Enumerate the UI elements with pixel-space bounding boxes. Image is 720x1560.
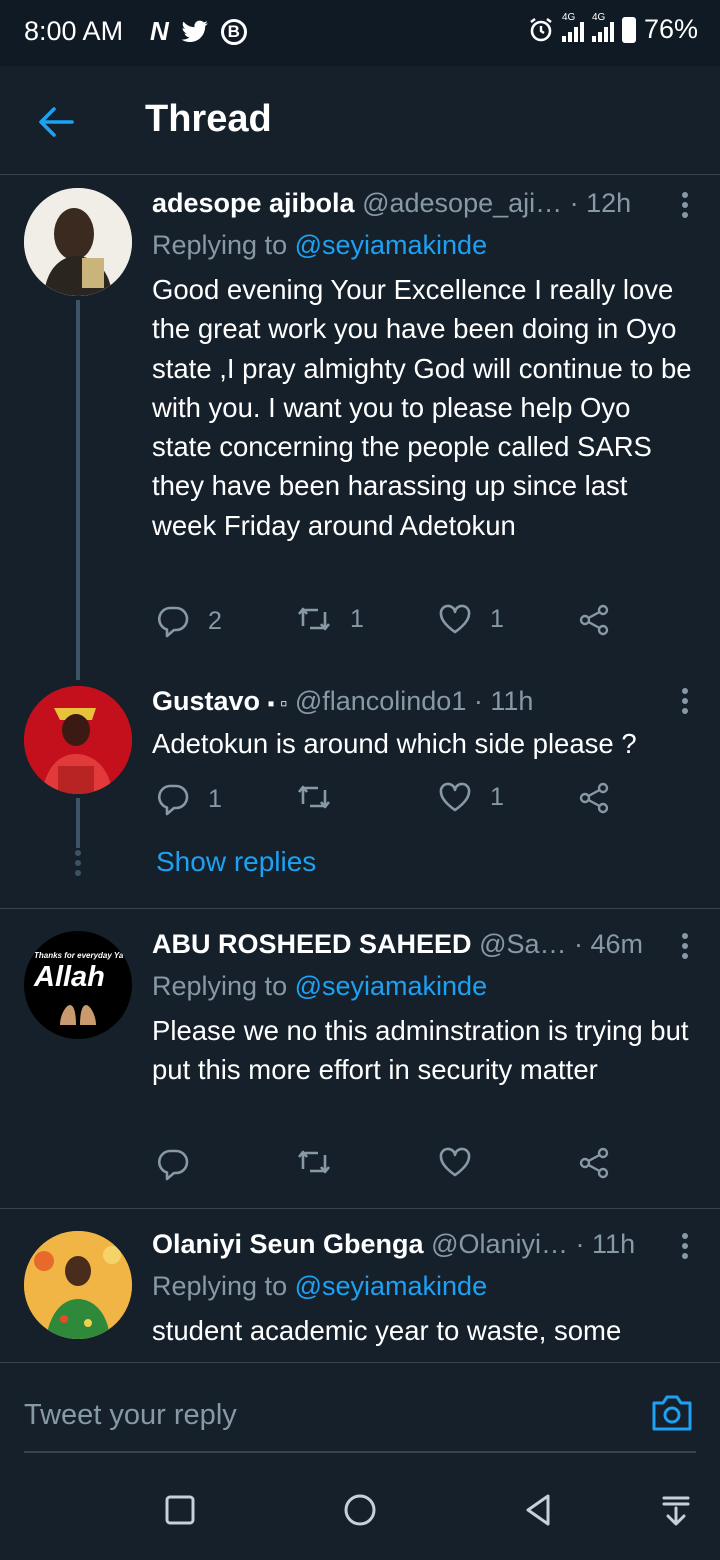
retweet-button[interactable] (296, 782, 350, 812)
like-button[interactable]: 1 (438, 782, 504, 812)
tweet-author-line: Olaniyi Seun Gbenga @Olaniyi… · 11h (152, 1229, 660, 1260)
replying-to: Replying to @seyiamakinde (152, 1271, 488, 1301)
tweet-time: · 46m (574, 929, 644, 959)
home-icon[interactable] (342, 1492, 378, 1528)
avatar-caption: Thanks for everyday Ya (34, 951, 124, 960)
retweet-icon (297, 785, 331, 809)
like-button[interactable]: 1 (438, 604, 504, 634)
avatar[interactable]: Thanks for everyday Ya Allah (24, 931, 132, 1039)
tweet-actions: 1 1 (152, 782, 632, 822)
status-bar: 8:00 AM N B 4G 4G 76% (0, 0, 720, 66)
back-nav-icon[interactable] (520, 1492, 556, 1528)
retweet-icon (297, 1150, 331, 1174)
reply-icon (158, 784, 189, 816)
tweet-1[interactable]: adesope ajibola @adesope_aji… · 12h Repl… (0, 176, 720, 680)
like-button[interactable] (438, 1147, 490, 1177)
more-options-icon[interactable] (682, 1233, 690, 1263)
avatar[interactable] (24, 1231, 132, 1339)
tweet-text: student academic year to waste, some (152, 1315, 622, 1346)
b-icon: B (220, 18, 247, 45)
status-time: 8:00 AM (24, 16, 124, 46)
battery-percent: 76% (643, 14, 698, 44)
battery-icon (621, 16, 636, 43)
thread-header: Thread (0, 66, 720, 175)
author-handle[interactable]: @adesope_aji… (362, 188, 562, 218)
avatar[interactable] (24, 686, 132, 794)
tweet-text: Good evening Your Excellence I really lo… (152, 274, 692, 541)
mention-link[interactable]: @seyiamakinde (295, 1271, 488, 1301)
notification-icons: N B (150, 16, 247, 47)
thread-line (76, 798, 80, 848)
share-button[interactable] (578, 604, 610, 636)
avatar-title: Allah (34, 961, 105, 993)
reply-button[interactable]: 2 (156, 604, 222, 638)
avatar[interactable] (24, 188, 132, 296)
show-replies-link[interactable]: Show replies (156, 846, 316, 878)
heart-icon (439, 604, 471, 634)
reply-input[interactable]: Tweet your reply (24, 1399, 237, 1432)
more-options-icon[interactable] (682, 192, 690, 222)
share-icon (579, 604, 609, 636)
author-name[interactable]: ABU ROSHEED SAHEED (152, 929, 472, 959)
retweet-button[interactable] (296, 1147, 350, 1177)
tweet-time: · 11h (575, 1229, 636, 1259)
thread-dots-icon (75, 850, 81, 880)
replying-to: Replying to @seyiamakinde (152, 230, 488, 260)
reply-icon (158, 1149, 189, 1181)
page-title: Thread (145, 98, 272, 140)
back-arrow-icon[interactable] (36, 102, 76, 142)
mention-link[interactable]: @seyiamakinde (295, 971, 488, 1001)
reply-button[interactable]: 1 (156, 782, 222, 816)
signal-icon-1: 4G (561, 12, 584, 42)
heart-icon (439, 1147, 471, 1177)
author-handle[interactable]: @Sa… (479, 929, 566, 959)
system-icons: 4G 4G 76% (528, 12, 698, 45)
author-name[interactable]: Gustavo (152, 686, 260, 716)
system-nav-bar (0, 1462, 720, 1560)
author-handle[interactable]: @flancolindo1 (295, 686, 467, 716)
author-name[interactable]: adesope ajibola (152, 188, 355, 218)
news-icon: N (150, 16, 169, 46)
tweet-text: Please we no this adminstration is tryin… (152, 1015, 689, 1086)
more-options-icon[interactable] (682, 933, 690, 963)
alarm-icon (530, 17, 552, 41)
heart-icon (439, 782, 471, 812)
notification-pull-icon[interactable] (658, 1492, 694, 1528)
tweet-time: · 11h (473, 686, 534, 716)
tweet-4[interactable]: Olaniyi Seun Gbenga @Olaniyi… · 11h Repl… (0, 1209, 720, 1362)
share-icon (579, 782, 609, 814)
tweet-text: Adetokun is around which side please ? (152, 728, 637, 759)
reply-icon (158, 606, 189, 638)
author-name[interactable]: Olaniyi Seun Gbenga (152, 1229, 424, 1259)
recents-icon[interactable] (162, 1492, 198, 1528)
retweet-icon (297, 607, 331, 631)
input-underline (24, 1451, 696, 1453)
share-button[interactable] (578, 782, 610, 814)
share-button[interactable] (578, 1147, 610, 1179)
author-handle[interactable]: @Olaniyi… (431, 1229, 568, 1259)
tweet-time: · 12h (569, 188, 632, 218)
reply-composer[interactable]: Tweet your reply (0, 1362, 720, 1463)
mention-link[interactable]: @seyiamakinde (295, 230, 488, 260)
tweet-actions (152, 1147, 632, 1187)
reply-button[interactable] (156, 1147, 208, 1181)
camera-icon[interactable] (650, 1393, 694, 1433)
author-name-suffix: ▪ ▫ (267, 693, 288, 715)
more-options-icon[interactable] (682, 688, 690, 718)
share-icon (579, 1147, 609, 1179)
tweet-author-line: adesope ajibola @adesope_aji… · 12h (152, 188, 660, 219)
retweet-button[interactable]: 1 (296, 604, 364, 634)
signal-icon-2: 4G (591, 12, 614, 42)
tweet-author-line: ABU ROSHEED SAHEED @Sa… · 46m (152, 929, 660, 960)
replying-to: Replying to @seyiamakinde (152, 971, 488, 1001)
tweet-2[interactable]: Gustavo ▪ ▫ @flancolindo1 · 11h Adetokun… (0, 676, 720, 906)
tweet-3[interactable]: Thanks for everyday Ya Allah ABU ROSHEED… (0, 909, 720, 1207)
tweet-author-line: Gustavo ▪ ▫ @flancolindo1 · 11h (152, 686, 660, 717)
twitter-icon (181, 20, 208, 42)
tweet-actions: 2 1 1 (152, 604, 632, 644)
thread-line (76, 300, 80, 680)
